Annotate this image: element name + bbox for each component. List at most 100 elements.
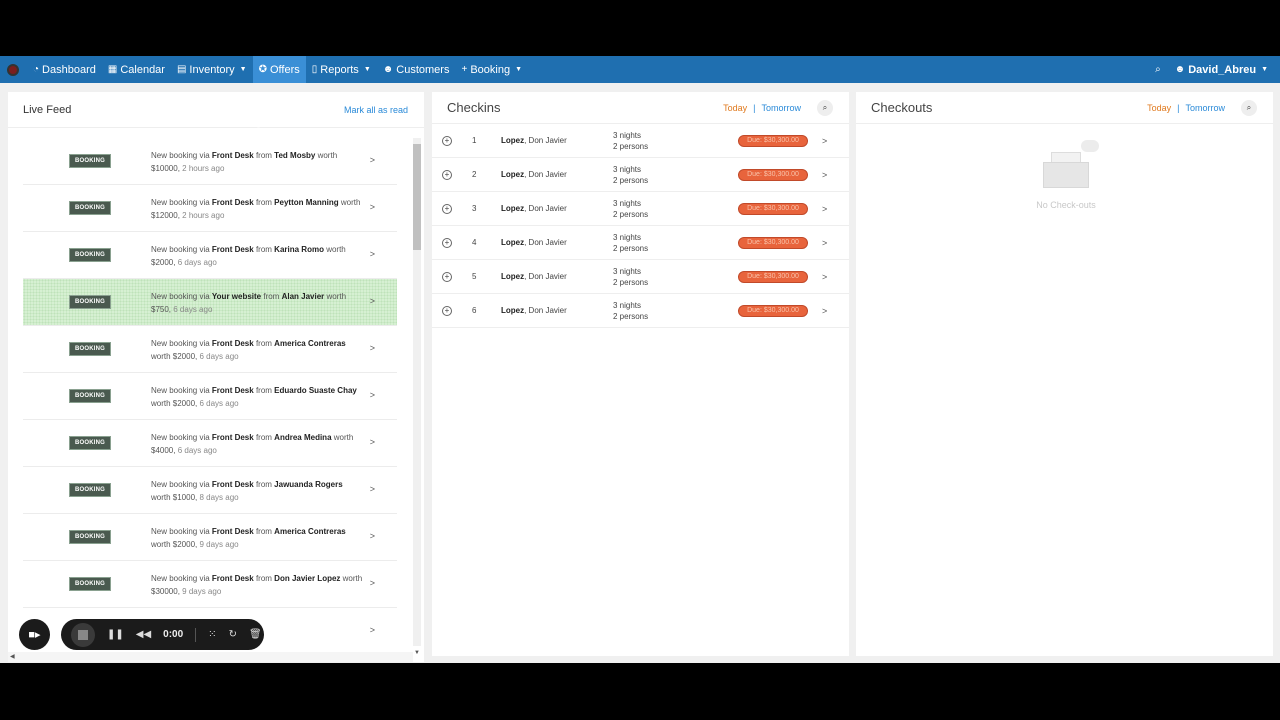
- checkin-row[interactable]: +4 Lopez, Don Javier 3 nights 2 persons Due:…: [432, 226, 849, 260]
- scroll-down-icon[interactable]: ▼: [414, 650, 420, 656]
- chevron-right-icon[interactable]: >: [370, 484, 375, 494]
- checkin-row[interactable]: +5 Lopez, Don Javier 3 nights 2 persons Due:…: [432, 260, 849, 294]
- trash-icon[interactable]: 🗑: [249, 629, 262, 640]
- mark-all-read-link[interactable]: Mark all as read: [344, 105, 408, 115]
- chevron-right-icon[interactable]: >: [822, 306, 827, 316]
- due-badge[interactable]: Due: $30,300.00: [738, 304, 808, 317]
- expand-plus-icon[interactable]: +: [442, 271, 452, 282]
- checkins-tomorrow-link[interactable]: Tomorrow: [761, 103, 801, 113]
- plus-icon: +: [461, 64, 468, 75]
- due-badge[interactable]: Due: $30,300.00: [738, 202, 808, 215]
- stop-recording-button[interactable]: [71, 622, 95, 647]
- chevron-right-icon[interactable]: >: [370, 531, 375, 541]
- offers-icon: ✪: [258, 64, 267, 75]
- feed-item[interactable]: BOOKING New booking via Front Desk from T…: [23, 138, 397, 185]
- checkouts-tomorrow-link[interactable]: Tomorrow: [1185, 103, 1225, 113]
- guest-name: Lopez, Don Javier: [501, 306, 567, 315]
- scroll-left-icon[interactable]: ◀: [10, 653, 15, 660]
- checkouts-title: Checkouts: [871, 100, 933, 115]
- chevron-right-icon[interactable]: >: [370, 296, 375, 306]
- due-badge[interactable]: Due: $30,300.00: [738, 236, 808, 249]
- feed-scrollbar[interactable]: ▼: [413, 138, 421, 656]
- camera-toggle-button[interactable]: ■▸: [19, 619, 50, 650]
- expand-plus-icon[interactable]: +: [442, 135, 452, 146]
- recorder-toolbar: ❚❚ ◀◀ 0:00 ⁙ ↻ 🗑: [61, 619, 264, 650]
- guest-name: Andrea Medina: [274, 433, 332, 442]
- app-logo-icon[interactable]: [7, 63, 19, 76]
- chevron-right-icon[interactable]: >: [370, 202, 375, 212]
- chevron-right-icon[interactable]: >: [822, 204, 827, 214]
- feed-item[interactable]: BOOKING New booking via Front Desk from J…: [23, 467, 397, 514]
- nav-calendar[interactable]: ▦ Calendar: [102, 56, 171, 83]
- feed-item-text: New booking via Front Desk from Andrea M…: [151, 433, 354, 455]
- checkouts-search-icon[interactable]: ⌕: [1241, 99, 1257, 116]
- search-icon[interactable]: ⌕: [1155, 64, 1161, 75]
- due-badge[interactable]: Due: $30,300.00: [738, 168, 808, 181]
- feed-item[interactable]: BOOKING New booking via Front Desk from D…: [23, 561, 397, 608]
- row-number: 1: [472, 136, 477, 145]
- nav-customers[interactable]: ☻ Customers: [377, 56, 456, 83]
- nav-offers[interactable]: ✪ Offers: [252, 56, 306, 83]
- nav-dashboard[interactable]: ◔ Dashboard: [27, 56, 102, 83]
- expand-plus-icon[interactable]: +: [442, 169, 452, 180]
- checkin-row[interactable]: +2 Lopez, Don Javier 3 nights 2 persons Due:…: [432, 158, 849, 192]
- checkins-search-icon[interactable]: ⌕: [817, 99, 833, 116]
- nav-reports[interactable]: ▯ Reports ▼: [306, 56, 377, 83]
- guest-name: Lopez, Don Javier: [501, 204, 567, 213]
- chevron-right-icon[interactable]: >: [822, 170, 827, 180]
- rewind-button[interactable]: ◀◀: [136, 629, 151, 640]
- feed-time: 9 days ago: [182, 587, 222, 596]
- booking-source: Your website: [211, 292, 262, 301]
- live-feed-panel: Live Feed Mark all as read BOOKING New bo…: [8, 92, 424, 662]
- customers-icon: ☻: [382, 64, 394, 75]
- checkin-row[interactable]: +3 Lopez, Don Javier 3 nights 2 persons Due:…: [432, 192, 849, 226]
- row-number: 2: [472, 170, 477, 179]
- due-badge[interactable]: Due: $30,300.00: [738, 134, 808, 147]
- chevron-right-icon[interactable]: >: [370, 155, 375, 165]
- feed-item[interactable]: BOOKING New booking via Front Desk from A…: [23, 326, 397, 373]
- chevron-right-icon[interactable]: >: [370, 437, 375, 447]
- booking-badge: BOOKING: [69, 248, 111, 262]
- feed-scrollbar-thumb[interactable]: [413, 144, 421, 250]
- inventory-icon: ▤: [176, 64, 187, 75]
- checkins-list: +1 Lopez, Don Javier 3 nights 2 persons Due:…: [432, 124, 849, 328]
- checkin-row[interactable]: +6 Lopez, Don Javier 3 nights 2 persons Due:…: [432, 294, 849, 328]
- dashboard-icon: ◔: [33, 64, 40, 75]
- expand-plus-icon[interactable]: +: [442, 305, 452, 316]
- chevron-right-icon[interactable]: >: [370, 343, 375, 353]
- row-number: 3: [472, 204, 477, 213]
- user-menu[interactable]: ☻ David_Abreu ▼: [1175, 64, 1268, 76]
- expand-plus-icon[interactable]: +: [442, 203, 452, 214]
- grid-icon[interactable]: ⁙: [208, 629, 216, 640]
- feed-item[interactable]: BOOKING New booking via Front Desk from K…: [23, 232, 397, 279]
- checkins-today-link[interactable]: Today: [723, 103, 747, 113]
- chevron-right-icon[interactable]: >: [822, 136, 827, 146]
- expand-plus-icon[interactable]: +: [442, 237, 452, 248]
- nav-inventory[interactable]: ▤ Inventory ▼: [171, 56, 253, 83]
- chevron-right-icon[interactable]: >: [370, 625, 375, 635]
- pause-button[interactable]: ❚❚: [107, 629, 124, 640]
- feed-item[interactable]: BOOKING New booking via Front Desk from E…: [23, 373, 397, 420]
- feed-horizontal-scrollbar[interactable]: ◀: [8, 652, 413, 662]
- chevron-right-icon[interactable]: >: [370, 578, 375, 588]
- feed-item[interactable]: BOOKING New booking via Front Desk from A…: [23, 514, 397, 561]
- day-separator: |: [1177, 102, 1180, 113]
- chevron-right-icon[interactable]: >: [822, 272, 827, 282]
- chevron-right-icon[interactable]: >: [370, 390, 375, 400]
- day-separator: |: [753, 102, 756, 113]
- nav-label: Reports: [320, 63, 359, 76]
- feed-item[interactable]: BOOKING New booking via Your website from…: [23, 279, 397, 326]
- nav-booking[interactable]: + Booking ▼: [455, 56, 528, 83]
- checkouts-today-link[interactable]: Today: [1147, 103, 1171, 113]
- feed-time: 6 days ago: [199, 399, 239, 408]
- nav-label: Booking: [470, 63, 511, 76]
- restart-icon[interactable]: ↻: [229, 629, 237, 640]
- chevron-right-icon[interactable]: >: [822, 238, 827, 248]
- chevron-right-icon[interactable]: >: [370, 249, 375, 259]
- stop-icon: [78, 629, 88, 640]
- feed-item[interactable]: BOOKING New booking via Front Desk from A…: [23, 420, 397, 467]
- checkins-day-switch: Today | Tomorrow ⌕: [723, 99, 833, 116]
- feed-item[interactable]: BOOKING New booking via Front Desk from P…: [23, 185, 397, 232]
- checkin-row[interactable]: +1 Lopez, Don Javier 3 nights 2 persons Due:…: [432, 124, 849, 158]
- due-badge[interactable]: Due: $30,300.00: [738, 270, 808, 283]
